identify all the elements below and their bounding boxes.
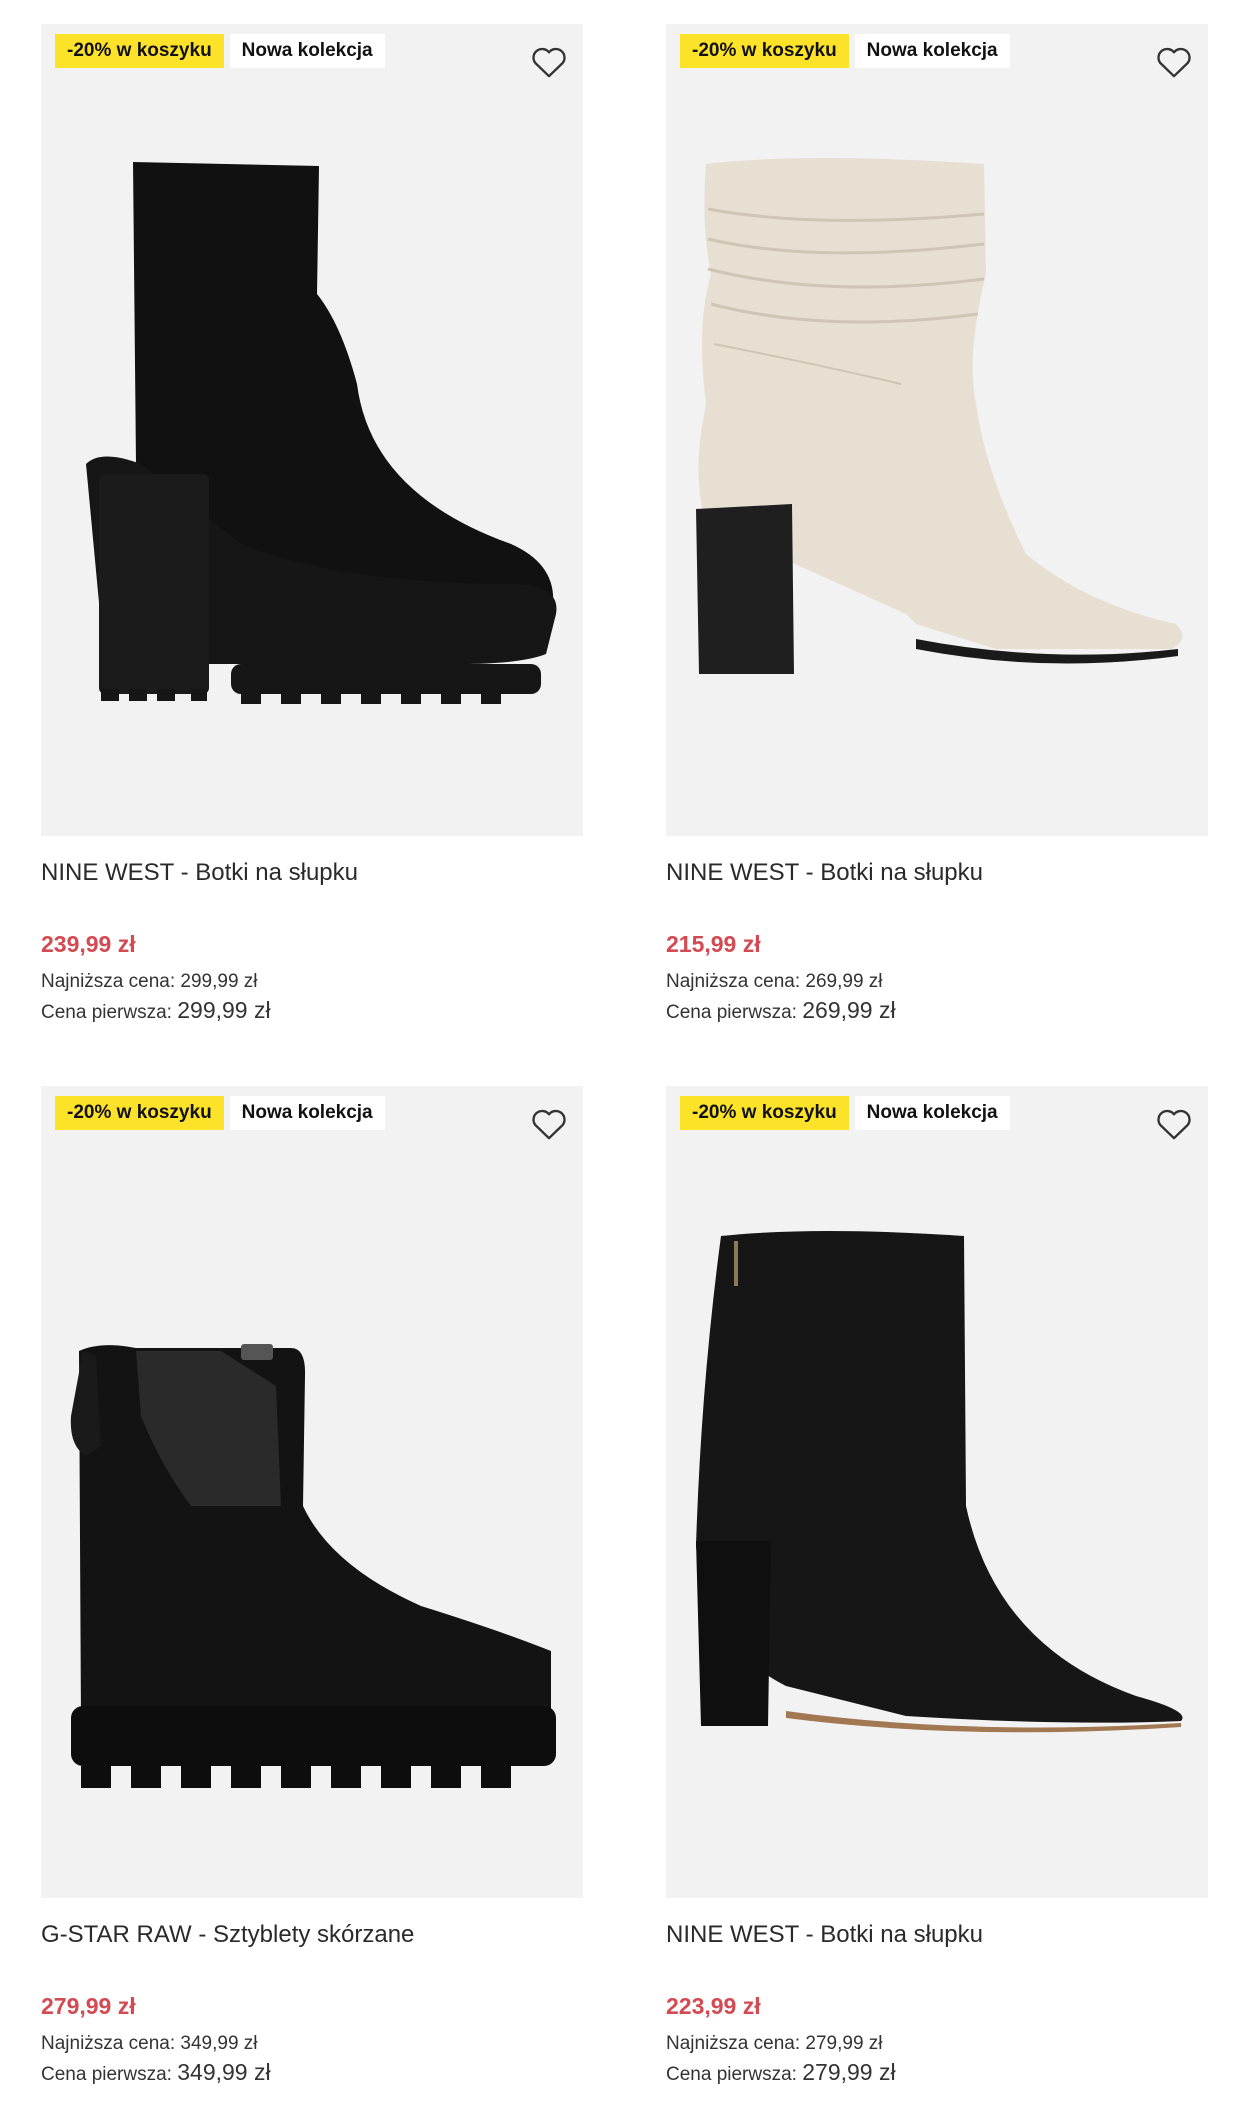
badge-group: -20% w koszyku Nowa kolekcja [55,1096,385,1130]
product-card[interactable]: -20% w koszyku Nowa kolekcja NINE WEST -… [666,1086,1208,2089]
product-price: 279,99 zł [41,1993,136,2019]
promo-badge: -20% w koszyku [680,34,849,68]
product-image[interactable]: -20% w koszyku Nowa kolekcja [666,1086,1208,1898]
lowest-price-value: 269,99 zł [805,971,883,992]
first-price-value: 299,99 zł [177,997,271,1023]
product-card[interactable]: -20% w koszyku Nowa kolekcja NINE WEST -… [41,24,583,1027]
product-image[interactable]: -20% w koszyku Nowa kolekcja [41,24,583,836]
boot-image [86,162,557,704]
new-collection-badge: Nowa kolekcja [854,1096,1010,1130]
lowest-price-label: Najniższa cena: [41,2033,176,2054]
lowest-price-value: 299,99 zł [180,971,258,992]
product-title[interactable]: NINE WEST - Botki na słupku [666,1920,1208,1950]
first-price-value: 269,99 zł [802,997,896,1023]
product-price: 223,99 zł [666,1993,761,2019]
first-price-label: Cena pierwsza: [41,1002,172,1023]
product-image[interactable]: -20% w koszyku Nowa kolekcja [41,1086,583,1898]
lowest-price-line: Najniższa cena: 269,99 zł [666,968,1208,996]
product-grid: -20% w koszyku Nowa kolekcja NINE WEST -… [0,0,1250,2123]
boot-image [696,1231,1183,1733]
product-image[interactable]: -20% w koszyku Nowa kolekcja [666,24,1208,836]
lowest-price-label: Najniższa cena: [666,2033,801,2054]
new-collection-badge: Nowa kolekcja [229,1096,385,1130]
product-title[interactable]: NINE WEST - Botki na słupku [666,858,1208,888]
product-price: 215,99 zł [666,931,761,957]
first-price-line: Cena pierwsza: 299,99 zł [41,996,583,1027]
badge-group: -20% w koszyku Nowa kolekcja [680,34,1010,68]
first-price-label: Cena pierwsza: [41,2064,172,2085]
heart-outline-icon[interactable] [1154,1104,1194,1144]
boot-image [696,158,1183,674]
first-price-line: Cena pierwsza: 269,99 zł [666,996,1208,1027]
badge-group: -20% w koszyku Nowa kolekcja [55,34,385,68]
new-collection-badge: Nowa kolekcja [854,34,1010,68]
first-price-line: Cena pierwsza: 279,99 zł [666,2058,1208,2089]
lowest-price-line: Najniższa cena: 299,99 zł [41,968,583,996]
first-price-label: Cena pierwsza: [666,1002,797,1023]
lowest-price-label: Najniższa cena: [41,971,176,992]
first-price-value: 279,99 zł [802,2059,896,2085]
product-title[interactable]: G-STAR RAW - Sztyblety skórzane [41,1920,583,1950]
lowest-price-value: 349,99 zł [180,2033,258,2054]
first-price-label: Cena pierwsza: [666,2064,797,2085]
boot-image [70,1344,556,1788]
promo-badge: -20% w koszyku [680,1096,849,1130]
product-card[interactable]: -20% w koszyku Nowa kolekcja G-STAR RAW … [41,1086,583,2089]
heart-outline-icon[interactable] [1154,42,1194,82]
first-price-value: 349,99 zł [177,2059,271,2085]
heart-outline-icon[interactable] [529,1104,569,1144]
promo-badge: -20% w koszyku [55,1096,224,1130]
product-price: 239,99 zł [41,931,136,957]
promo-badge: -20% w koszyku [55,34,224,68]
heart-outline-icon[interactable] [529,42,569,82]
lowest-price-line: Najniższa cena: 279,99 zł [666,2030,1208,2058]
product-title[interactable]: NINE WEST - Botki na słupku [41,858,583,888]
new-collection-badge: Nowa kolekcja [229,34,385,68]
lowest-price-line: Najniższa cena: 349,99 zł [41,2030,583,2058]
lowest-price-value: 279,99 zł [805,2033,883,2054]
first-price-line: Cena pierwsza: 349,99 zł [41,2058,583,2089]
lowest-price-label: Najniższa cena: [666,971,801,992]
product-card[interactable]: -20% w koszyku Nowa kolekcja NINE WEST -… [666,24,1208,1027]
badge-group: -20% w koszyku Nowa kolekcja [680,1096,1010,1130]
